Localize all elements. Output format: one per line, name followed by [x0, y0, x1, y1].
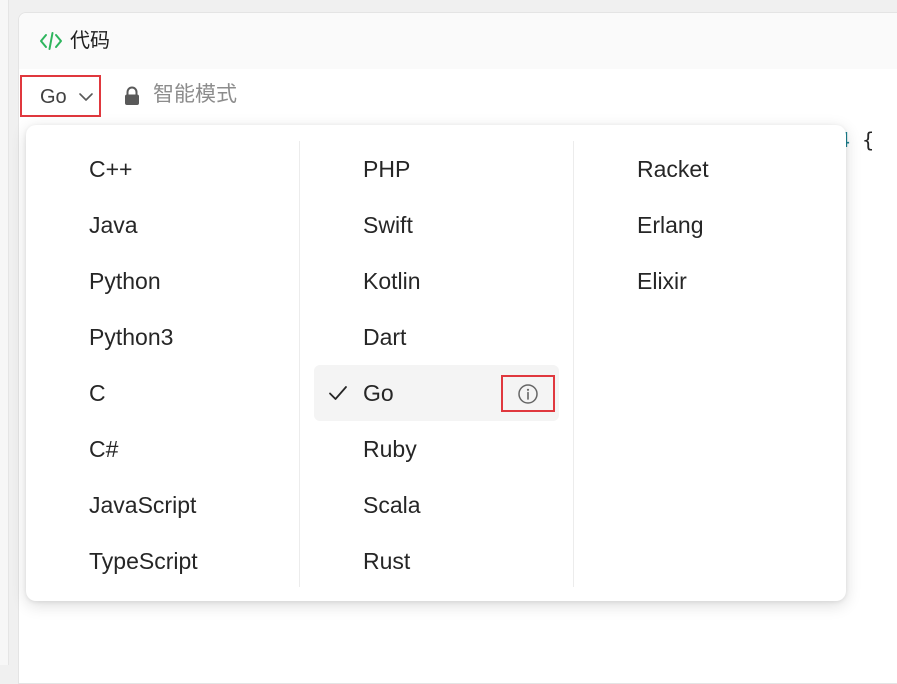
- language-option-swift[interactable]: Swift: [300, 197, 573, 253]
- language-option-python[interactable]: Python: [26, 253, 299, 309]
- info-button[interactable]: [501, 375, 555, 412]
- language-option-cpp[interactable]: C++: [26, 141, 299, 197]
- language-select[interactable]: Go: [20, 75, 101, 117]
- language-option-java[interactable]: Java: [26, 197, 299, 253]
- language-option-go[interactable]: Go: [314, 365, 559, 421]
- option-label: PHP: [363, 156, 411, 182]
- language-option-racket[interactable]: Racket: [574, 141, 846, 197]
- language-option-rust[interactable]: Rust: [300, 533, 573, 589]
- option-label: Python3: [89, 324, 174, 350]
- mode-label: 智能模式: [153, 83, 237, 106]
- option-label: Dart: [363, 324, 407, 350]
- left-sidebar-edge: [0, 0, 9, 665]
- language-option-elixir[interactable]: Elixir: [574, 253, 846, 309]
- language-option-kotlin[interactable]: Kotlin: [300, 253, 573, 309]
- option-label: Python: [89, 268, 161, 294]
- option-label: Ruby: [363, 436, 417, 462]
- language-column-3: Racket Erlang Elixir: [574, 141, 846, 309]
- language-option-erlang[interactable]: Erlang: [574, 197, 846, 253]
- option-label: C++: [89, 156, 133, 182]
- language-option-typescript[interactable]: TypeScript: [26, 533, 299, 589]
- code-brace: {: [850, 128, 875, 152]
- lock-icon: [123, 86, 141, 106]
- option-label: C#: [89, 436, 119, 462]
- option-label: Racket: [637, 156, 709, 182]
- option-label: Go: [363, 380, 394, 406]
- code-toolbar: Go 智能模式: [19, 69, 897, 123]
- info-icon: [517, 383, 539, 405]
- language-option-scala[interactable]: Scala: [300, 477, 573, 533]
- language-option-php[interactable]: PHP: [300, 141, 573, 197]
- language-option-python3[interactable]: Python3: [26, 309, 299, 365]
- language-option-csharp[interactable]: C#: [26, 421, 299, 477]
- language-option-javascript[interactable]: JavaScript: [26, 477, 299, 533]
- option-label: Swift: [363, 212, 413, 238]
- language-option-ruby[interactable]: Ruby: [300, 421, 573, 477]
- language-select-label: Go: [40, 86, 67, 108]
- check-icon: [328, 384, 348, 402]
- language-column-1: C++ Java Python Python3 C C# JavaScript …: [26, 141, 299, 589]
- option-label: TypeScript: [89, 548, 198, 574]
- panel-title: 代码: [70, 30, 110, 52]
- option-label: Scala: [363, 492, 421, 518]
- panel-header: 代码: [19, 13, 897, 70]
- option-label: Kotlin: [363, 268, 421, 294]
- option-label: Rust: [363, 548, 411, 574]
- language-option-c[interactable]: C: [26, 365, 299, 421]
- option-label: C: [89, 380, 106, 406]
- chevron-down-icon: [78, 90, 94, 104]
- code-icon: [39, 31, 63, 51]
- language-column-2: PHP Swift Kotlin Dart Go Ruby Scala Rust: [300, 141, 573, 589]
- option-label: JavaScript: [89, 492, 197, 518]
- option-label: Elixir: [637, 268, 687, 294]
- language-dropdown: C++ Java Python Python3 C C# JavaScript …: [26, 125, 846, 601]
- language-option-dart[interactable]: Dart: [300, 309, 573, 365]
- option-label: Java: [89, 212, 138, 238]
- option-label: Erlang: [637, 212, 704, 238]
